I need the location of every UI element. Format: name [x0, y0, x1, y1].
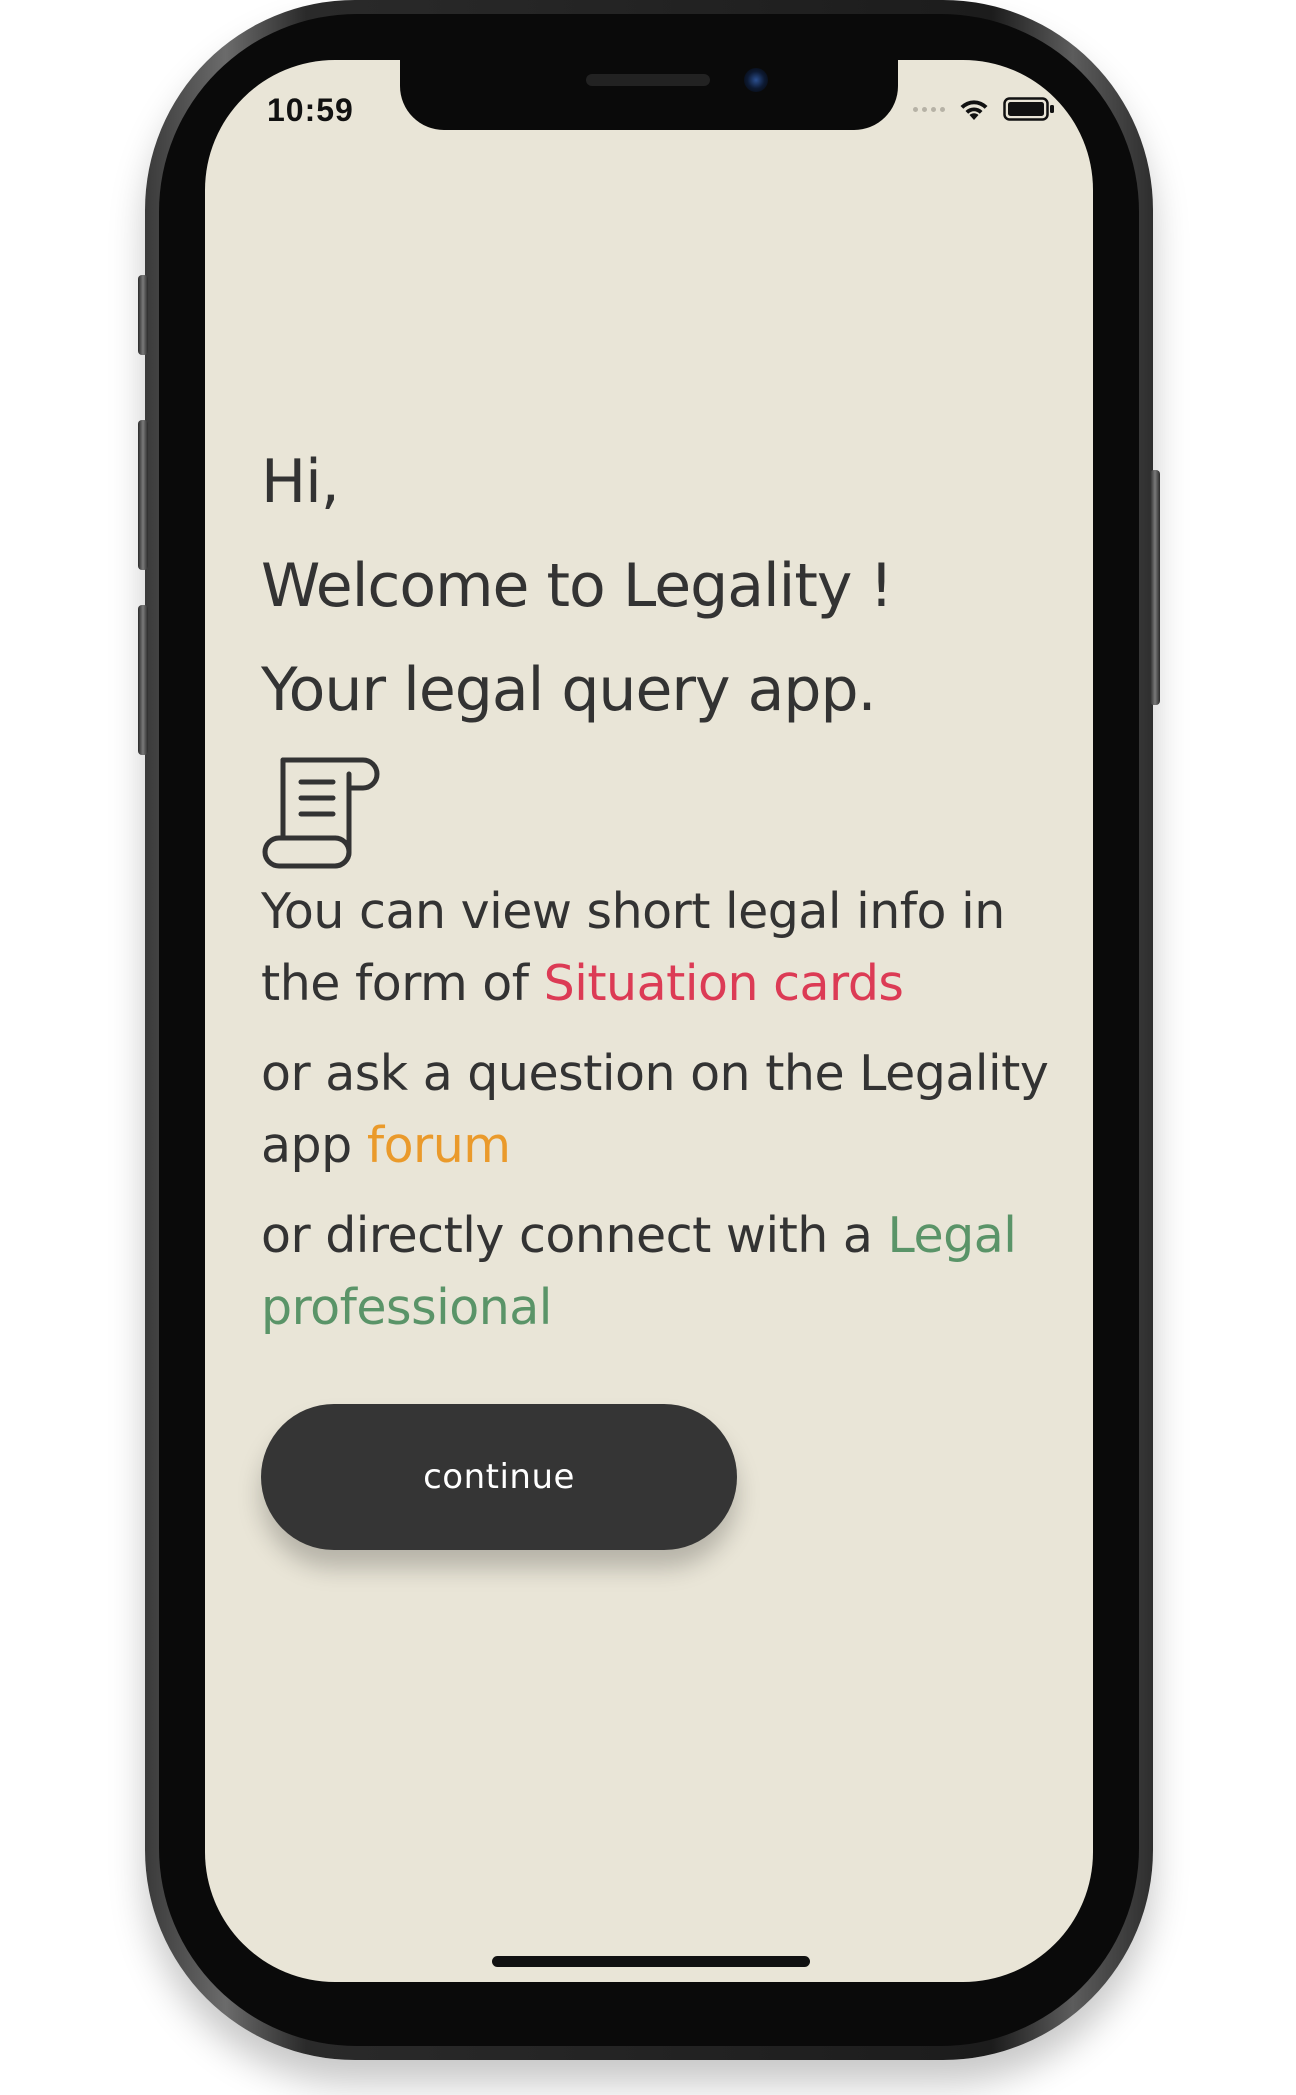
volume-down-button	[138, 605, 148, 755]
earpiece-speaker	[586, 74, 710, 86]
app-tagline: Your legal query app.	[261, 655, 877, 725]
power-button	[1150, 470, 1160, 705]
status-icons	[913, 96, 1055, 122]
device-mockup: 10:59 Hi, Welcome to Legality ! Your leg…	[0, 0, 1296, 2095]
notch	[400, 60, 898, 130]
battery-icon	[1003, 97, 1054, 121]
cellular-signal-icon	[913, 106, 945, 112]
home-indicator[interactable]	[492, 1956, 810, 1967]
welcome-title: Welcome to Legality !	[261, 551, 893, 621]
legal-professional-info: or directly connect with a Legal profess…	[261, 1207, 1017, 1336]
situation-cards-link[interactable]: Situation cards	[544, 955, 904, 1012]
forum-info: or ask a question on the Legality app fo…	[261, 1045, 1049, 1174]
front-camera	[744, 68, 768, 92]
status-time: 10:59	[267, 92, 354, 128]
wifi-icon	[960, 100, 988, 120]
volume-up-button	[138, 420, 148, 570]
continue-button[interactable]: continue	[261, 1404, 737, 1550]
forum-link[interactable]: forum	[367, 1117, 511, 1174]
greeting-text: Hi,	[261, 447, 340, 517]
legal-scroll-icon	[262, 757, 380, 869]
app-screen: 10:59 Hi, Welcome to Legality ! Your leg…	[205, 60, 1093, 1982]
mute-switch	[138, 275, 148, 355]
situation-cards-info: You can view short legal info in the for…	[261, 883, 1005, 1012]
welcome-content: Hi, Welcome to Legality ! Your legal que…	[261, 430, 1061, 1344]
